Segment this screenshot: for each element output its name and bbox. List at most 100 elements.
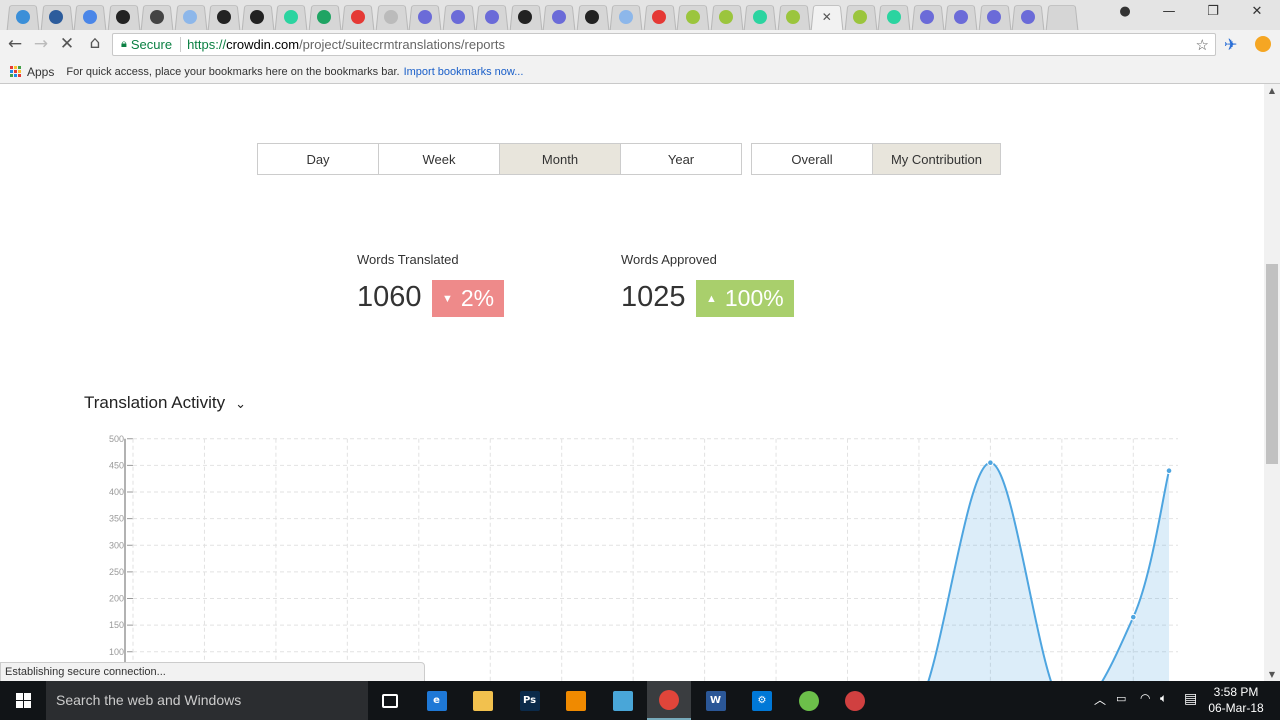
browser-tab[interactable]: [844, 4, 878, 30]
browser-tab[interactable]: [676, 4, 710, 30]
scroll-down-icon[interactable]: ▼: [1264, 670, 1280, 679]
scope-overall-button[interactable]: Overall: [751, 143, 873, 175]
period-year-button[interactable]: Year: [620, 143, 742, 175]
orb-icon: [1020, 10, 1035, 24]
y-tick-label: 200: [109, 594, 124, 604]
apps-link[interactable]: Apps: [27, 65, 54, 79]
y-tick-label: 300: [109, 540, 124, 550]
orb-icon: [953, 10, 968, 24]
period-month-button[interactable]: Month: [499, 143, 621, 175]
github-icon: [585, 10, 600, 24]
browser-tab[interactable]: [1011, 4, 1045, 30]
bookmark-star-icon[interactable]: ☆: [1196, 36, 1209, 54]
orb-icon: [920, 10, 935, 24]
words-translated-change-badge: ▼ 2%: [432, 280, 505, 317]
browser-tab[interactable]: [643, 4, 677, 30]
clock[interactable]: 3:58 PM 06-Mar-18: [1206, 684, 1266, 716]
browser-tab[interactable]: [174, 4, 208, 30]
browser-tab[interactable]: [442, 4, 476, 30]
browser-tab[interactable]: [73, 4, 107, 30]
new-tab-button[interactable]: [1045, 4, 1079, 30]
translation-activity-chart: 100 150 200 250 300 350 400 450 500: [109, 434, 1178, 681]
battery-icon[interactable]: ▭: [1116, 692, 1126, 705]
browser-tab[interactable]: [341, 4, 375, 30]
taskbar-task-view[interactable]: [368, 681, 412, 720]
taskbar-paint[interactable]: [833, 681, 877, 720]
browser-tab[interactable]: [944, 4, 978, 30]
taskbar-word[interactable]: W: [694, 681, 738, 720]
browser-tab[interactable]: [6, 4, 40, 30]
address-bar[interactable]: 🔒︎ Secure https://crowdin.com/project/su…: [112, 33, 1216, 56]
browser-tab[interactable]: [743, 4, 777, 30]
wifi-icon[interactable]: ◠: [1140, 691, 1150, 705]
data-point: [1165, 467, 1173, 475]
taskbar-network-app[interactable]: [787, 681, 831, 720]
browser-tab[interactable]: [542, 4, 576, 30]
browser-tab[interactable]: [576, 4, 610, 30]
settings-icon: ⚙: [752, 690, 772, 711]
browser-tab[interactable]: [375, 4, 409, 30]
browser-tab[interactable]: [978, 4, 1012, 30]
back-icon[interactable]: ←: [4, 34, 26, 54]
scope-my-contribution-button[interactable]: My Contribution: [872, 143, 1001, 175]
taskbar-chrome[interactable]: [647, 681, 691, 720]
browser-tab[interactable]: [777, 4, 811, 30]
browser-tab[interactable]: [609, 4, 643, 30]
y-tick-label: 450: [109, 460, 124, 470]
taskbar-edge[interactable]: e: [415, 681, 459, 720]
show-hidden-icons[interactable]: ︿: [1094, 691, 1106, 708]
browser-tab[interactable]: [475, 4, 509, 30]
browser-tab[interactable]: [274, 4, 308, 30]
scrollbar[interactable]: ▲ ▼: [1264, 84, 1280, 681]
edge-icon: e: [426, 690, 447, 711]
close-window-button[interactable]: ✕: [1242, 4, 1272, 19]
green-circle-icon: [886, 10, 901, 24]
forward-icon[interactable]: →: [30, 34, 52, 54]
period-week-button[interactable]: Week: [378, 143, 500, 175]
start-button[interactable]: [0, 681, 46, 720]
taskbar-photoshop[interactable]: Ps: [508, 681, 552, 720]
restore-button[interactable]: ❐: [1198, 4, 1228, 19]
browser-tab[interactable]: [911, 4, 945, 30]
taskbar-settings[interactable]: ⚙: [740, 681, 784, 720]
translation-activity-dropdown[interactable]: Translation Activity ⌄: [84, 393, 246, 413]
browser-tab[interactable]: [877, 4, 911, 30]
browser-tab[interactable]: [241, 4, 275, 30]
taskbar-control-panel[interactable]: [601, 681, 645, 720]
taskbar-vlc[interactable]: [554, 681, 598, 720]
docs-icon: [82, 10, 97, 24]
scroll-up-icon[interactable]: ▲: [1264, 86, 1280, 95]
taskbar-search-box[interactable]: Search the web and Windows: [46, 681, 368, 720]
windows-logo-icon: [15, 693, 31, 708]
import-bookmarks-link[interactable]: Import bookmarks now...: [404, 66, 524, 78]
browser-tab[interactable]: [509, 4, 543, 30]
browser-tab[interactable]: [207, 4, 241, 30]
browser-tab[interactable]: [408, 4, 442, 30]
extension-plane-icon[interactable]: ✈: [1224, 35, 1237, 54]
volume-icon[interactable]: 🔈︎: [1160, 691, 1167, 706]
taskbar-file-explorer[interactable]: [461, 681, 505, 720]
arrow-up-icon: ▲: [706, 292, 717, 305]
orb-icon: [484, 10, 499, 24]
home-icon[interactable]: ⌂: [84, 33, 106, 53]
browser-tab[interactable]: [140, 4, 174, 30]
stop-icon[interactable]: ✕: [56, 34, 78, 54]
notifications-icon[interactable]: ▤: [1184, 691, 1197, 707]
scrollbar-thumb[interactable]: [1266, 264, 1278, 464]
page-icon: [384, 10, 399, 24]
profile-icon[interactable]: ●: [1110, 4, 1140, 19]
browser-tab[interactable]: [107, 4, 141, 30]
close-icon[interactable]: ✕: [820, 10, 834, 24]
minimize-button[interactable]: —: [1154, 4, 1184, 19]
bookmarks-bar: Apps For quick access, place your bookma…: [0, 60, 1280, 84]
browser-tab[interactable]: [710, 4, 744, 30]
browser-tab[interactable]: [40, 4, 74, 30]
section-title: Translation Activity: [84, 393, 226, 412]
github-icon: [250, 10, 265, 24]
extension-orange-icon[interactable]: [1255, 36, 1271, 52]
browser-tab[interactable]: [308, 4, 342, 30]
apps-grid-icon[interactable]: [10, 66, 21, 77]
browser-tab[interactable]: ✕: [810, 4, 844, 30]
period-day-button[interactable]: Day: [257, 143, 379, 175]
task-view-icon: [382, 693, 398, 708]
